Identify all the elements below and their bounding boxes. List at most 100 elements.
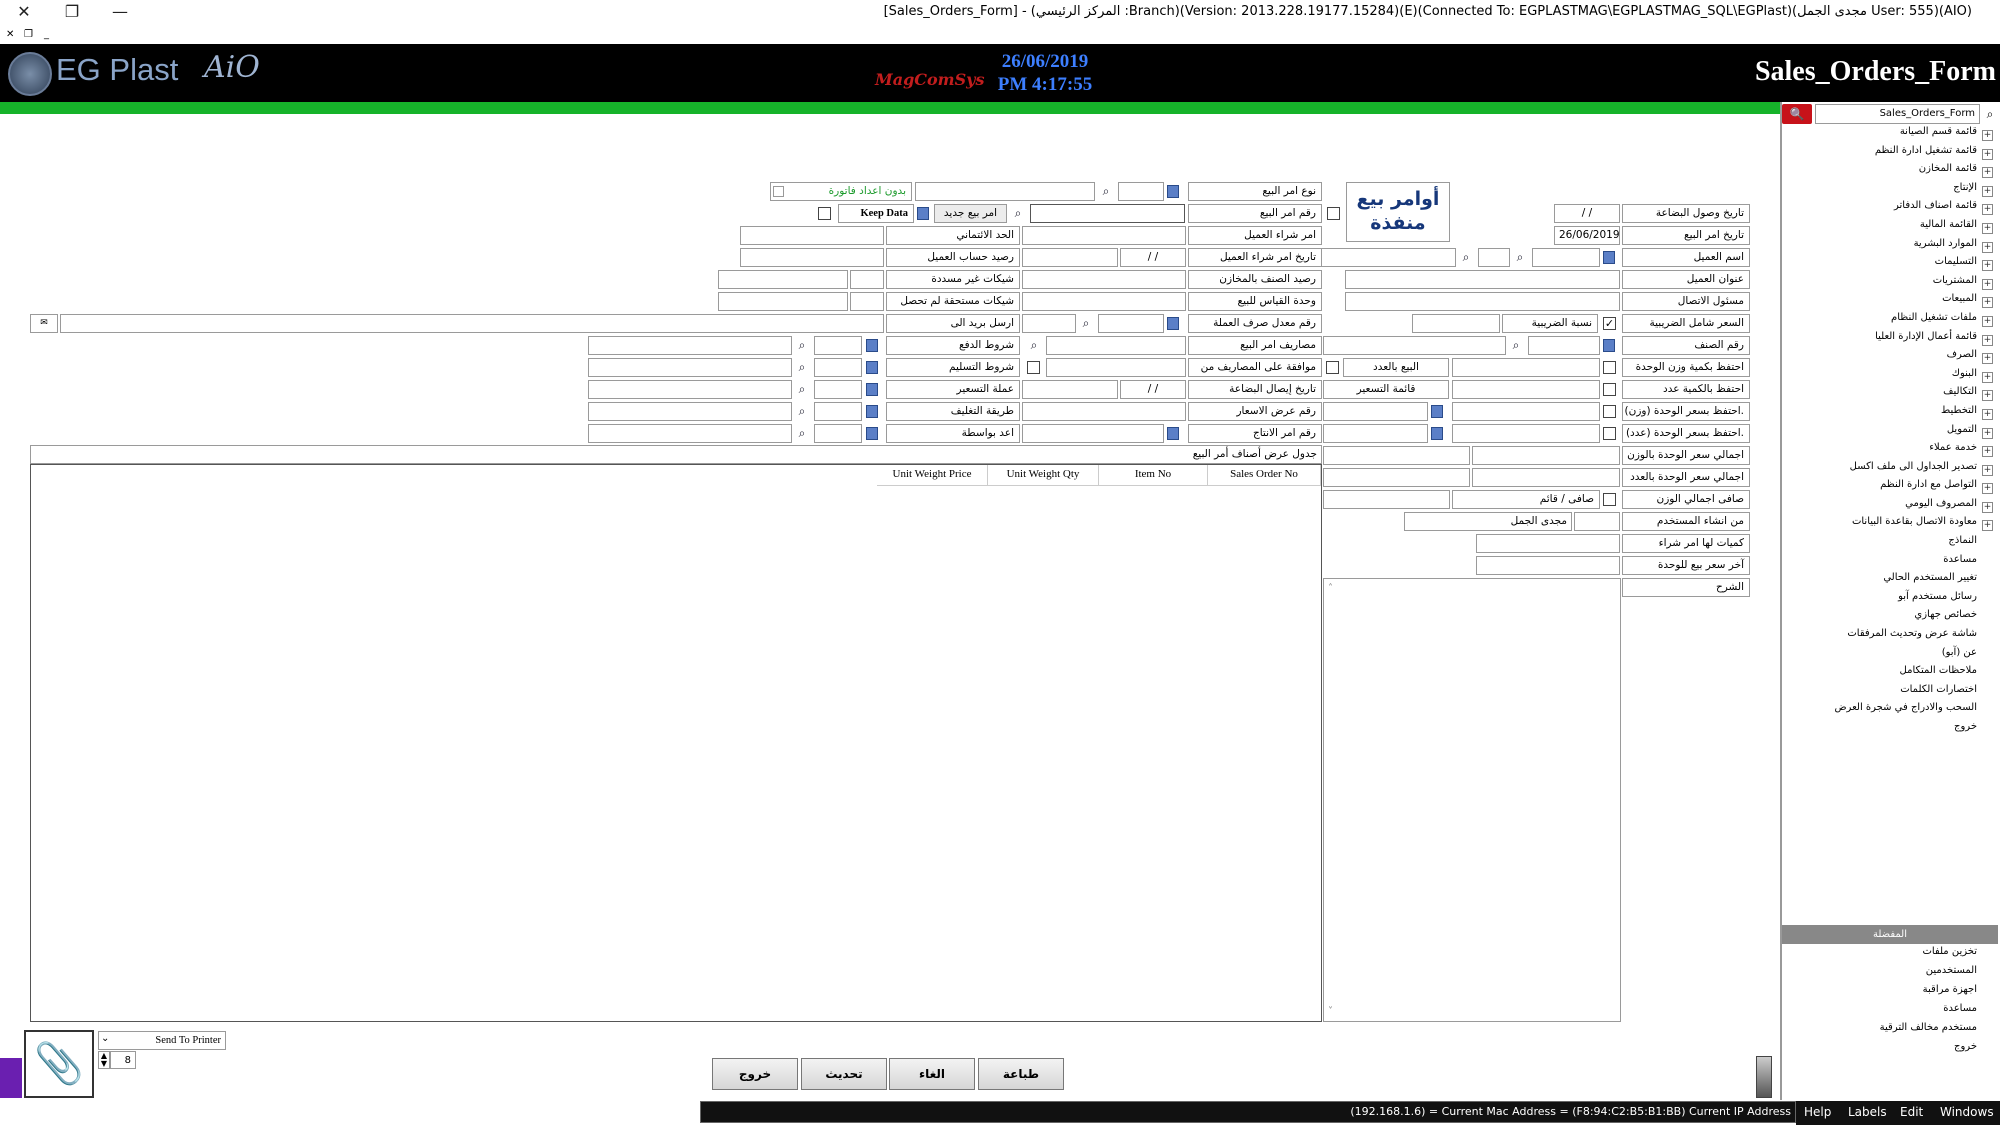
count-price-list-field[interactable] [1323,424,1428,443]
net-gross-field[interactable] [1323,490,1450,509]
sidebar-item[interactable]: + قائمة المخازن [1785,163,1997,182]
sidebar-item[interactable]: + البنوك [1785,368,1997,387]
email-icon[interactable]: ✉ [30,314,58,333]
sidebar-item[interactable]: + التكاليف [1785,386,1997,405]
sidebar-item[interactable]: + الموارد البشرية [1785,238,1997,257]
favorite-item[interactable]: خروج [1785,1041,1977,1060]
customer-address-field[interactable] [1345,270,1620,289]
keep-weight-qty-checkbox[interactable] [1603,361,1616,374]
expand-icon[interactable]: + [1982,464,1993,476]
expand-icon[interactable]: + [1982,260,1993,272]
order-date-field[interactable]: 26/06/2019 [1554,226,1620,245]
sell-by-count-checkbox[interactable] [1326,361,1339,374]
scroll-down-icon[interactable]: ˅ [1328,1006,1333,1017]
order-type-name-field[interactable] [915,182,1095,201]
count-price-picker-icon[interactable] [1431,427,1443,440]
packing-method-field[interactable] [588,402,792,421]
weight-price-field[interactable] [1452,402,1600,421]
packing-code[interactable] [814,402,862,421]
expenses-approval-checkbox[interactable] [1027,361,1040,374]
sidebar-item[interactable]: مساعدة [1785,554,1997,573]
executed-orders-checkbox[interactable] [1327,207,1340,220]
order-type-field[interactable] [1118,182,1164,201]
weight-price-list-field[interactable] [1323,402,1428,421]
expand-icon[interactable]: + [1982,427,1993,439]
sidebar-item[interactable]: عن (آبو) [1785,647,1997,666]
packing-search-icon[interactable]: ⌕ [794,403,810,420]
scroll-up-icon[interactable]: ˄ [1328,583,1333,594]
keep-count-price-checkbox[interactable] [1603,427,1616,440]
keep-count-qty-checkbox[interactable] [1603,383,1616,396]
customer-po-field[interactable] [1022,226,1186,245]
currency-rate-field[interactable] [1098,314,1164,333]
expand-icon[interactable]: + [1982,390,1993,402]
favorite-item[interactable]: المستخدمين [1785,965,1977,984]
no-invoice-checkbox[interactable] [773,186,784,197]
side-panel-icon[interactable] [1756,1056,1772,1098]
expand-icon[interactable]: + [1982,353,1993,365]
customer-id-field[interactable] [1478,248,1510,267]
sidebar-item[interactable]: + التمويل [1785,424,1997,443]
contact-person-field[interactable] [1345,292,1620,311]
sidebar-item[interactable]: شاشة عرض وتحديث المرفقات [1785,628,1997,647]
currency-picker-icon[interactable] [1167,317,1179,330]
quote-no-field[interactable] [1022,402,1186,421]
grid-col-sales-order-no[interactable]: Sales Order No [1208,465,1321,486]
expand-icon[interactable]: + [1982,167,1993,179]
order-type-search-icon[interactable]: ⌕ [1098,183,1114,200]
expand-icon[interactable]: + [1982,520,1993,532]
pricing-currency-field[interactable] [588,380,792,399]
grid-col-item-no[interactable]: Item No [1099,465,1208,486]
payment-terms-picker-icon[interactable] [866,339,878,352]
sidebar-item[interactable]: + الإنتاج [1785,182,1997,201]
expenses-approval-field[interactable] [1046,358,1186,377]
customer-lookup-icon[interactable]: ⌕ [1458,249,1474,266]
arrival-date-field[interactable]: / / [1554,204,1620,223]
copies-field[interactable]: 8 [110,1051,136,1069]
weight-qty-field[interactable] [1452,358,1600,377]
restore-icon[interactable]: ❐ [60,2,84,24]
expand-icon[interactable]: + [1982,483,1993,495]
menu-edit[interactable]: Edit [1900,1101,1924,1125]
sidebar-item[interactable]: تغيير المستخدم الحالي [1785,572,1997,591]
prepared-by-search-icon[interactable]: ⌕ [794,425,810,442]
delivery-terms-picker-icon[interactable] [866,361,878,374]
sidebar-item[interactable]: خروج [1785,721,1997,740]
sidebar-item[interactable]: + القائمة المالية [1785,219,1997,238]
delivery-terms-code[interactable] [814,358,862,377]
close-icon[interactable]: ✕ [12,2,36,24]
delivery-terms-search-icon[interactable]: ⌕ [794,359,810,376]
order-no-field[interactable] [1030,204,1185,223]
expand-icon[interactable]: + [1982,446,1993,458]
sidebar-item[interactable]: + التسليمات [1785,256,1997,275]
pricing-currency-search-icon[interactable]: ⌕ [794,381,810,398]
sidebar-item[interactable]: ملاحظات المتكامل [1785,665,1997,684]
customer-search-icon[interactable]: ⌕ [1512,249,1528,266]
expenses-search-icon[interactable]: ⌕ [1026,337,1042,354]
mdi-restore-icon[interactable]: ❐ [24,29,33,40]
sidebar-item[interactable]: + المصروف اليومي [1785,498,1997,517]
expand-icon[interactable]: + [1982,204,1993,216]
sidebar-item[interactable]: + معاودة الاتصال بقاعدة البيانات [1785,516,1997,535]
sidebar-item[interactable]: + ملفات تشغيل النظام [1785,312,1997,331]
net-total-weight-checkbox[interactable] [1603,493,1616,506]
price-incl-tax-checkbox[interactable]: ✓ [1603,317,1616,330]
pricing-currency-picker-icon[interactable] [866,383,878,396]
count-price-field[interactable] [1452,424,1600,443]
order-expenses-field[interactable] [1046,336,1186,355]
sidebar-item[interactable]: + التخطيط [1785,405,1997,424]
sidebar-item[interactable]: النماذج [1785,535,1997,554]
update-button[interactable]: تحديث [801,1058,887,1090]
item-search-icon[interactable]: ⌕ [1508,337,1524,354]
sidebar-search-button[interactable]: 🔍 [1782,104,1812,124]
sidebar-item[interactable]: + التواصل مع ادارة النظم [1785,479,1997,498]
attachment-icon[interactable]: 📎 [24,1030,94,1098]
chevron-down-icon[interactable]: ⌄ [101,1033,109,1044]
item-name-field[interactable] [1323,336,1506,355]
order-items-grid[interactable]: Sales Order No Item No Unit Weight Qty U… [30,464,1322,1022]
currency-search-icon[interactable]: ⌕ [1078,315,1094,332]
sidebar-item[interactable]: + خدمة عملاء [1785,442,1997,461]
menu-labels[interactable]: Labels [1848,1101,1887,1125]
item-picker-icon[interactable] [1603,339,1615,352]
exit-button[interactable]: خروج [712,1058,798,1090]
